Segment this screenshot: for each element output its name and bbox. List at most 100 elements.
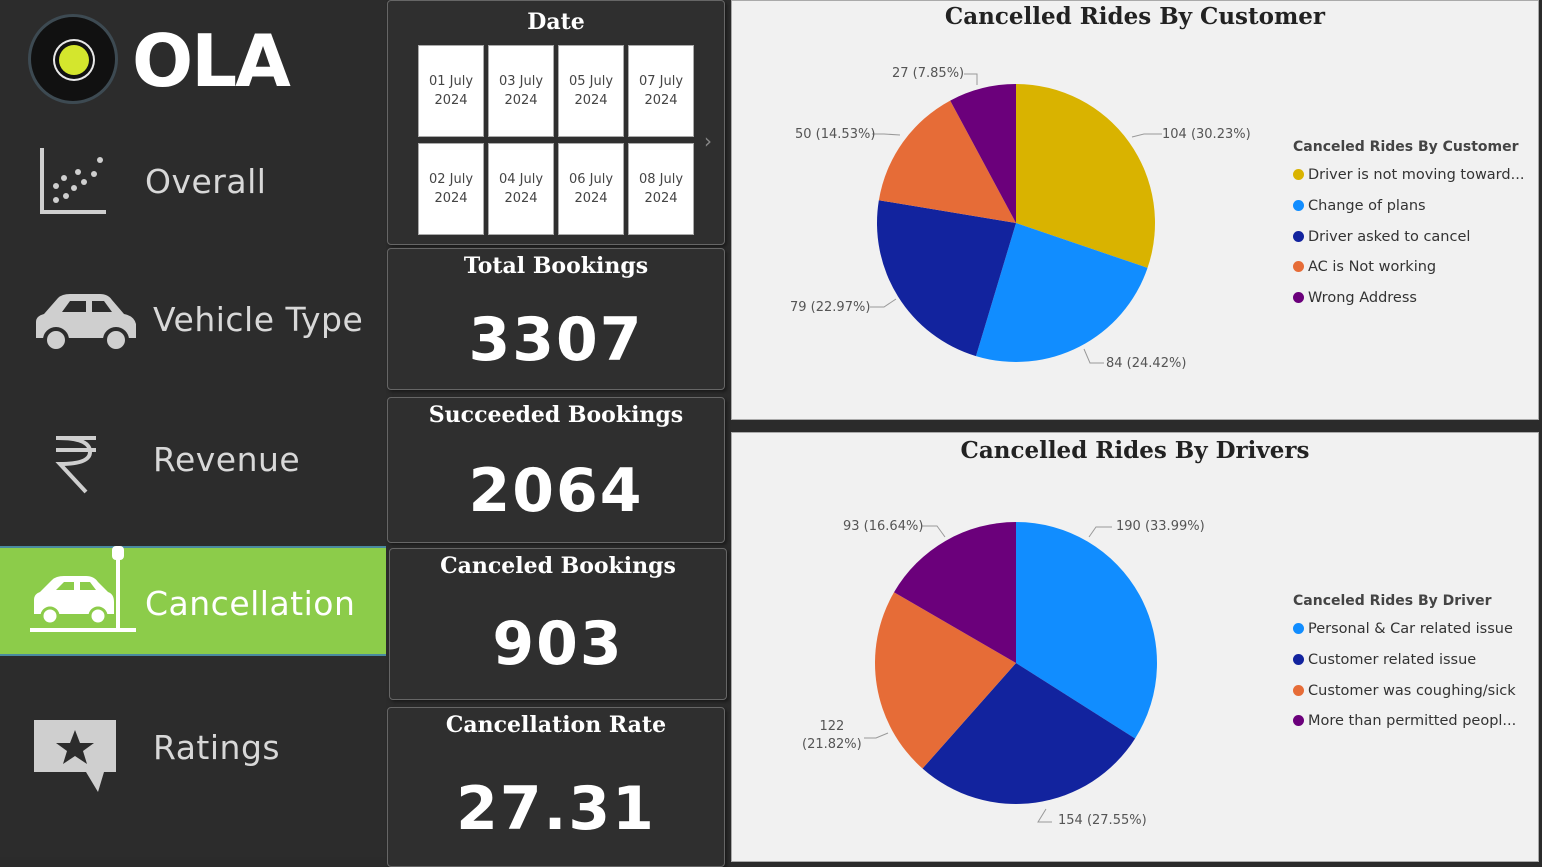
chart-cancelled-by-customer: Cancelled Rides By Customer Canceled Rid… xyxy=(731,0,1539,420)
date-tile-day: 02 July xyxy=(428,172,474,187)
legend-label: More than permitted peopl... xyxy=(1308,713,1517,730)
star-chat-icon xyxy=(34,720,116,792)
pie-data-label: 154 (27.55%) xyxy=(1058,813,1147,828)
legend-item[interactable]: Change of plans xyxy=(1293,198,1426,214)
pie-leader-line xyxy=(922,525,946,538)
kpi-title: Canceled Bookings xyxy=(440,553,676,579)
nav-label-cancellation: Cancellation xyxy=(145,584,356,623)
legend-label: Personal & Car related issue xyxy=(1308,621,1513,637)
legend-item[interactable]: Driver is not moving toward... xyxy=(1293,167,1524,183)
legend-item[interactable]: Wrong Address xyxy=(1293,290,1417,306)
date-tile[interactable]: 08 July 2024 xyxy=(628,143,694,235)
car-icon xyxy=(36,294,136,352)
legend-color-dot xyxy=(1293,684,1304,696)
pie-leader-line xyxy=(1083,348,1104,364)
pie-leader-line xyxy=(964,73,978,85)
date-tile[interactable]: 02 July 2024 xyxy=(418,143,484,235)
car-crash-icon xyxy=(30,546,136,632)
nav-label-ratings: Ratings xyxy=(153,728,281,767)
kpi-title: Cancellation Rate xyxy=(445,712,667,738)
kpi-value: 2064 xyxy=(468,456,644,526)
legend-label: Customer was coughing/sick xyxy=(1308,682,1516,699)
kpi-title: Total Bookings xyxy=(463,253,649,279)
date-tile-day: 06 July xyxy=(568,172,614,187)
date-tile[interactable]: 07 July 2024 xyxy=(628,45,694,137)
legend-item[interactable]: Driver asked to cancel xyxy=(1293,229,1470,245)
pie-leader-line xyxy=(864,732,889,739)
ola-logo-dot xyxy=(59,45,89,75)
nav-item-revenue[interactable]: Revenue xyxy=(0,404,386,514)
date-tile-year: 2024 xyxy=(644,191,678,206)
legend-item[interactable]: Personal & Car related issue xyxy=(1293,621,1513,637)
kpi-succeeded-bookings: Succeeded Bookings 2064 xyxy=(387,397,725,543)
legend-item[interactable]: Customer related issue xyxy=(1293,652,1476,668)
date-tile-day: 07 July xyxy=(638,74,684,89)
pie-data-label: 122 (21.82%) xyxy=(802,719,862,752)
date-tile[interactable]: 04 July 2024 xyxy=(488,143,554,235)
kpi-cancellation-rate: Cancellation Rate 27.31 xyxy=(387,707,725,867)
date-tile-year: 2024 xyxy=(504,191,538,206)
pie-chart xyxy=(864,522,1157,823)
date-tile[interactable]: 01 July 2024 xyxy=(418,45,484,137)
legend-label: Change of plans xyxy=(1308,197,1426,214)
date-slicer: Date 01 July 2024 03 July 2024 05 July 2024… xyxy=(387,0,725,245)
date-slicer-title: Date xyxy=(527,9,585,35)
kpi-value: 903 xyxy=(492,609,624,679)
date-tile-year: 2024 xyxy=(434,191,468,206)
date-tile-day: 08 July xyxy=(638,172,684,187)
pie-data-label: 79 (22.97%) xyxy=(790,300,871,315)
kpi-value: 3307 xyxy=(468,305,644,375)
legend-color-dot xyxy=(1293,623,1304,634)
pie-leader-line xyxy=(870,298,897,308)
pie-leader-line xyxy=(872,133,901,136)
legend-item[interactable]: AC is Not working xyxy=(1293,259,1436,275)
date-tile-year: 2024 xyxy=(434,93,468,108)
chevron-right-icon[interactable]: › xyxy=(704,129,712,153)
pie-data-label: 84 (24.42%) xyxy=(1106,356,1187,371)
date-tile-day: 01 July xyxy=(428,74,474,89)
legend-label: Wrong Address xyxy=(1308,290,1417,307)
legend-label: Driver asked to cancel xyxy=(1308,228,1471,245)
ola-logo-text: OLA xyxy=(132,19,291,103)
date-tile-year: 2024 xyxy=(504,93,538,108)
legend-label: Customer related issue xyxy=(1308,651,1477,668)
pie-leader-line xyxy=(1131,133,1162,138)
scatter-chart-icon xyxy=(40,148,106,214)
legend-item[interactable]: Customer was coughing/sick xyxy=(1293,683,1516,699)
legend-color-dot xyxy=(1293,653,1304,665)
kpi-total-bookings: Total Bookings 3307 xyxy=(387,248,725,390)
kpi-title: Succeeded Bookings xyxy=(428,402,684,428)
nav-item-overall[interactable]: Overall xyxy=(0,126,386,236)
rupee-icon xyxy=(55,436,96,494)
pie-data-label: 93 (16.64%) xyxy=(843,519,924,534)
legend-color-dot xyxy=(1293,715,1304,727)
nav-item-ratings[interactable]: Ratings xyxy=(0,692,386,802)
pie-leader-line xyxy=(1037,808,1052,823)
nav-label-vehicle-type: Vehicle Type xyxy=(153,300,364,339)
sidebar: OLA Overall Vehicle Type Revenue Cancell… xyxy=(0,0,386,857)
legend-color-dot xyxy=(1293,292,1304,304)
ola-logo-circle xyxy=(28,14,118,104)
pie-data-label: 104 (30.23%) xyxy=(1162,127,1251,142)
date-tile-day: 03 July xyxy=(498,74,544,89)
date-tile[interactable]: 06 July 2024 xyxy=(558,143,624,235)
pie-leader-line xyxy=(1088,526,1112,538)
nav-item-vehicle-type[interactable]: Vehicle Type xyxy=(0,264,386,374)
date-tile-day: 04 July xyxy=(498,172,544,187)
ola-logo: OLA xyxy=(28,14,328,106)
legend-color-dot xyxy=(1293,199,1304,211)
date-tile-day: 05 July xyxy=(568,74,614,89)
legend-color-dot xyxy=(1293,261,1304,273)
date-tile-year: 2024 xyxy=(574,191,608,206)
date-tile[interactable]: 05 July 2024 xyxy=(558,45,624,137)
nav-item-cancellation[interactable]: Cancellation xyxy=(0,546,386,656)
legend-label: AC is Not working xyxy=(1308,259,1437,276)
date-tile-year: 2024 xyxy=(574,93,608,108)
legend-item[interactable]: More than permitted peopl... xyxy=(1293,713,1516,729)
legend-color-dot xyxy=(1293,169,1304,180)
kpi-value: 27.31 xyxy=(456,774,656,844)
nav-label-revenue: Revenue xyxy=(153,440,301,479)
chart-cancelled-by-drivers: Cancelled Rides By Drivers Canceled Ride… xyxy=(731,432,1539,862)
legend-label: Driver is not moving toward... xyxy=(1308,167,1525,183)
date-tile[interactable]: 03 July 2024 xyxy=(488,45,554,137)
